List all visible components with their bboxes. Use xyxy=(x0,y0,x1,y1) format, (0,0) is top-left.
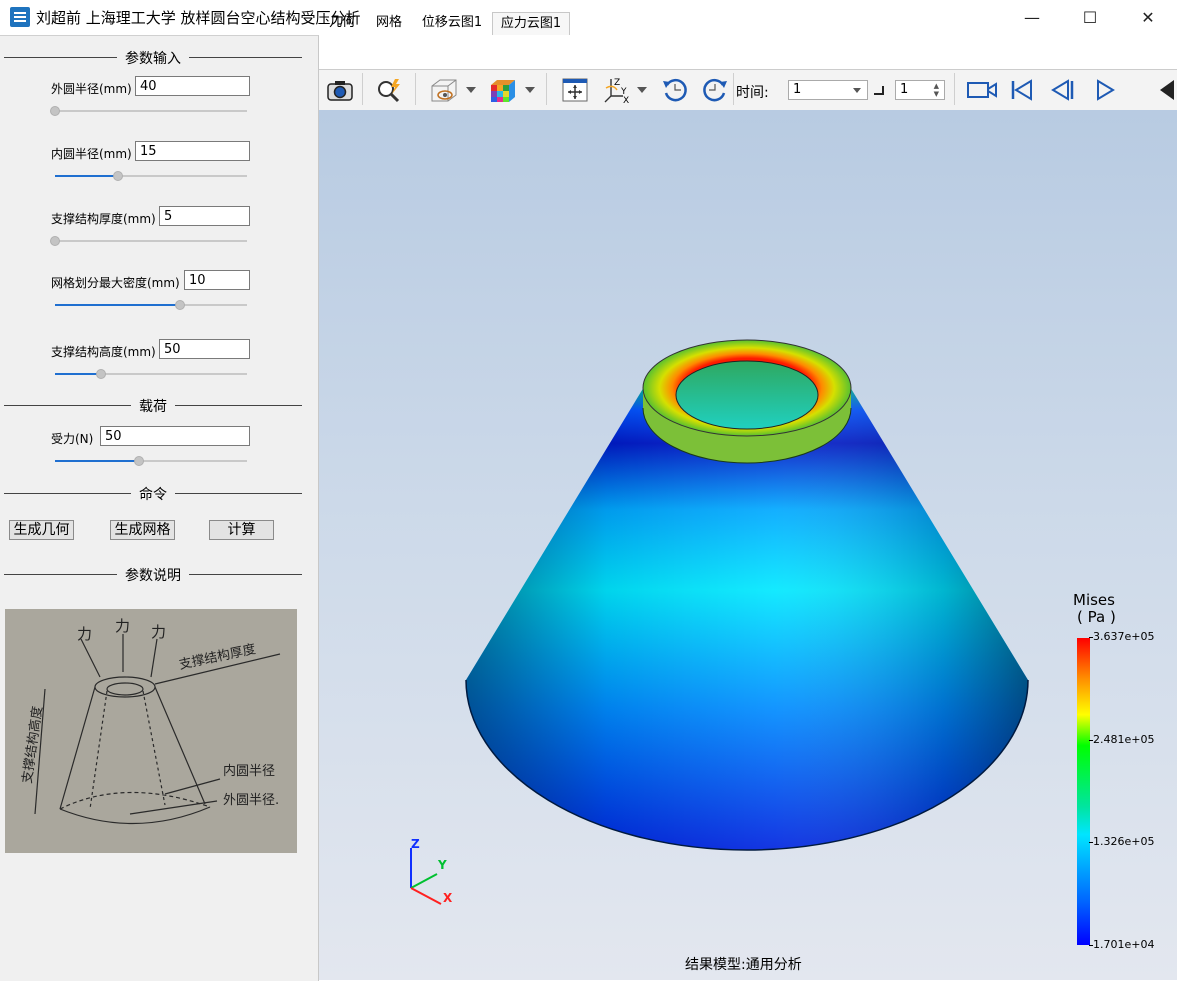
axes-icon[interactable]: ZYX xyxy=(603,76,633,104)
generate-geometry-button[interactable]: 生成几何 xyxy=(9,520,74,540)
thickness-label: 支撑结构厚度(mm) xyxy=(51,212,156,226)
parameter-sketch-image: 力 力 力 支撑结构厚度 支撑结构高度 内圆半径 外圆半径. xyxy=(5,609,297,853)
time-select-value: 1 xyxy=(793,82,802,97)
section-commands: 命令 xyxy=(4,484,302,503)
result-tabs xyxy=(319,35,1177,69)
camera-icon[interactable] xyxy=(325,76,355,104)
legend-color-bar xyxy=(1077,638,1090,945)
section-commands-label: 命令 xyxy=(131,487,175,503)
sketch-height: 支撑结构高度 xyxy=(19,705,46,784)
view-dropdown-icon[interactable] xyxy=(466,87,476,93)
section-params: 参数输入 xyxy=(4,48,302,67)
thickness-slider[interactable] xyxy=(50,235,247,247)
mesh-density-input[interactable]: 10 xyxy=(184,270,250,290)
axis-y-label: Y xyxy=(437,858,447,872)
prev-frame-icon[interactable] xyxy=(1048,76,1078,104)
section-explanation: 参数说明 xyxy=(4,565,302,584)
sketch-force-2: 力 xyxy=(115,617,130,635)
rotate-cw-icon[interactable] xyxy=(700,76,730,104)
inner-radius-label: 内圆半径(mm) xyxy=(51,147,132,161)
zoom-icon[interactable] xyxy=(374,76,404,104)
maximize-button[interactable]: ☐ xyxy=(1062,0,1118,34)
svg-text:Z: Z xyxy=(614,78,620,88)
step-spinbox[interactable]: 1 ▲ ▼ xyxy=(895,80,945,100)
spin-up-icon[interactable]: ▲ xyxy=(934,83,939,90)
view-icon[interactable] xyxy=(428,76,458,104)
thickness-input[interactable]: 5 xyxy=(159,206,250,226)
outer-radius-slider[interactable] xyxy=(50,105,247,117)
stress-contour-model: Z Y X xyxy=(410,339,1029,905)
outer-radius-input[interactable]: 40 xyxy=(135,76,250,96)
sketch-outer-radius: 外圆半径. xyxy=(223,793,279,808)
spin-down-icon[interactable]: ▼ xyxy=(934,91,939,98)
section-load: 载荷 xyxy=(4,396,302,415)
tab-stress[interactable]: 应力云图1 xyxy=(492,12,570,35)
section-explanation-label: 参数说明 xyxy=(117,568,189,584)
3d-viewport[interactable]: Z Y X xyxy=(319,110,1177,980)
record-icon[interactable] xyxy=(964,76,1000,104)
color-cube-icon[interactable] xyxy=(487,76,517,104)
axes-dropdown-icon[interactable] xyxy=(637,87,647,93)
generate-mesh-button[interactable]: 生成网格 xyxy=(110,520,175,540)
inner-radius-input[interactable]: 15 xyxy=(135,141,250,161)
force-input[interactable]: 50 xyxy=(100,426,250,446)
time-select[interactable]: 1 xyxy=(788,80,868,100)
sketch-thickness: 支撑结构厚度 xyxy=(178,641,258,673)
step-spinbox-value: 1 xyxy=(900,82,909,97)
time-label: 时间: xyxy=(736,85,769,101)
inner-radius-slider[interactable] xyxy=(55,170,247,182)
legend-min: 1.701e+04 xyxy=(1088,938,1155,951)
force-slider[interactable] xyxy=(55,455,247,467)
legend-value-3: 1.326e+05 xyxy=(1088,835,1155,848)
step-icon xyxy=(874,86,884,95)
tab-mesh[interactable]: 网格 xyxy=(369,12,409,34)
axis-triad: Z Y X xyxy=(410,837,453,905)
legend-title: Mises xyxy=(1073,591,1115,609)
color-dropdown-icon[interactable] xyxy=(525,87,535,93)
minimize-button[interactable]: — xyxy=(1004,0,1060,34)
tab-displacement[interactable]: 位移云图1 xyxy=(416,12,488,34)
play-icon[interactable] xyxy=(1090,76,1120,104)
height-slider[interactable] xyxy=(55,368,247,380)
section-params-label: 参数输入 xyxy=(117,51,189,67)
fit-icon[interactable] xyxy=(560,76,590,104)
sketch-force-3: 力 xyxy=(151,623,166,641)
rotate-ccw-icon[interactable] xyxy=(660,76,690,104)
compute-button[interactable]: 计算 xyxy=(209,520,274,540)
section-load-label: 载荷 xyxy=(131,399,175,415)
height-input[interactable]: 50 xyxy=(159,339,250,359)
sketch-force-1: 力 xyxy=(77,625,92,643)
force-label: 受力(N) xyxy=(51,432,94,446)
mesh-density-label: 网格划分最大密度(mm) xyxy=(51,276,180,290)
legend-max: 3.637e+05 xyxy=(1088,630,1155,643)
chevron-down-icon xyxy=(853,88,861,93)
svg-text:X: X xyxy=(623,96,629,104)
legend-unit: ( Pa ) xyxy=(1077,608,1116,626)
app-icon xyxy=(10,7,30,27)
close-button[interactable]: ✕ xyxy=(1120,0,1176,34)
outer-radius-label: 外圆半径(mm) xyxy=(51,82,132,96)
height-label: 支撑结构高度(mm) xyxy=(51,345,156,359)
window-title: 刘超前 上海理工大学 放样圆台空心结构受压分析 xyxy=(36,9,361,27)
first-frame-icon[interactable] xyxy=(1007,76,1037,104)
title-bar: 刘超前 上海理工大学 放样圆台空心结构受压分析 — ☐ ✕ xyxy=(0,0,1177,34)
mesh-density-slider[interactable] xyxy=(55,299,247,311)
axis-x-label: X xyxy=(443,891,453,905)
legend-value-2: 2.481e+05 xyxy=(1088,733,1155,746)
result-model-label: 结果模型:通用分析 xyxy=(685,957,802,973)
sketch-inner-radius: 内圆半径 xyxy=(223,763,275,779)
axis-z-label: Z xyxy=(411,837,420,851)
tab-geometry[interactable]: 几何 xyxy=(322,12,362,34)
frustum-sketch: 力 力 力 支撑结构厚度 支撑结构高度 内圆半径 外圆半径. xyxy=(19,617,281,825)
